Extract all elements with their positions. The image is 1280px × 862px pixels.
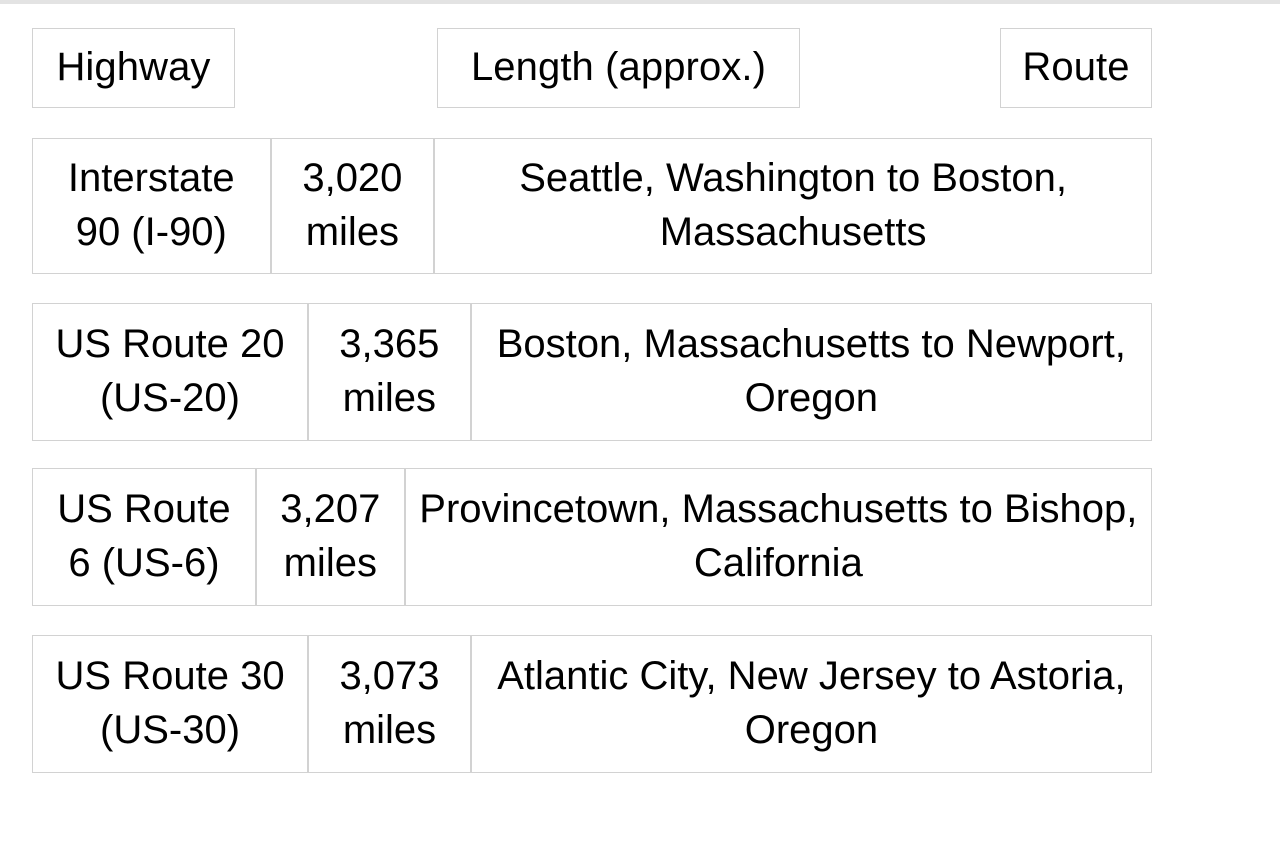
cell-highway: Interstate 90 (I-90) — [32, 138, 271, 274]
table-row: US Route 6 (US-6) 3,207 miles Provinceto… — [32, 468, 1152, 606]
table-row: Interstate 90 (I-90) 3,020 miles Seattle… — [32, 138, 1152, 274]
cell-length-text: 3,207 miles — [280, 487, 381, 585]
cell-highway-text: Interstate 90 (I-90) — [67, 156, 235, 254]
column-header-length-label: Length (approx.) — [470, 45, 767, 90]
cell-route-text: Provincetown, Massachusetts to Bishop, C… — [419, 487, 1138, 585]
cell-highway: US Route 20 (US-20) — [32, 303, 308, 441]
cell-length-text: 3,073 miles — [339, 654, 440, 752]
page-root: Highway Length (approx.) Route Interstat… — [0, 0, 1280, 862]
column-header-highway-label: Highway — [56, 45, 211, 90]
cell-length: 3,365 miles — [307, 303, 471, 441]
column-header-highway: Highway — [32, 28, 235, 108]
cell-route: Seattle, Washington to Boston, Massachus… — [434, 138, 1152, 274]
cell-length-text: 3,365 miles — [339, 322, 440, 420]
cell-route-text: Atlantic City, New Jersey to Astoria, Or… — [497, 654, 1126, 752]
cell-length-text: 3,020 miles — [302, 156, 403, 254]
cell-highway-text: US Route 6 (US-6) — [57, 487, 231, 585]
table-header-row: Highway Length (approx.) Route — [32, 28, 1152, 108]
cell-route-text: Boston, Massachusetts to Newport, Oregon — [496, 322, 1126, 420]
column-header-route: Route — [1000, 28, 1152, 108]
cell-length: 3,020 miles — [270, 138, 435, 274]
table-row: US Route 30 (US-30) 3,073 miles Atlantic… — [32, 635, 1152, 773]
cell-route-text: Seattle, Washington to Boston, Massachus… — [519, 156, 1067, 254]
column-header-route-label: Route — [1022, 45, 1130, 90]
cell-length: 3,073 miles — [308, 635, 471, 773]
table-row: US Route 20 (US-20) 3,365 miles Boston, … — [32, 303, 1152, 441]
column-header-length: Length (approx.) — [437, 28, 800, 108]
cell-route: Provincetown, Massachusetts to Bishop, C… — [404, 468, 1152, 606]
cell-highway: US Route 30 (US-30) — [32, 635, 309, 773]
cell-route: Atlantic City, New Jersey to Astoria, Or… — [470, 635, 1152, 773]
cell-highway-text: US Route 30 (US-30) — [55, 654, 285, 752]
cell-length: 3,207 miles — [255, 468, 405, 606]
cell-route: Boston, Massachusetts to Newport, Oregon — [470, 303, 1152, 441]
cell-highway-text: US Route 20 (US-20) — [55, 322, 285, 420]
top-divider — [0, 0, 1280, 4]
cell-highway: US Route 6 (US-6) — [32, 468, 256, 606]
